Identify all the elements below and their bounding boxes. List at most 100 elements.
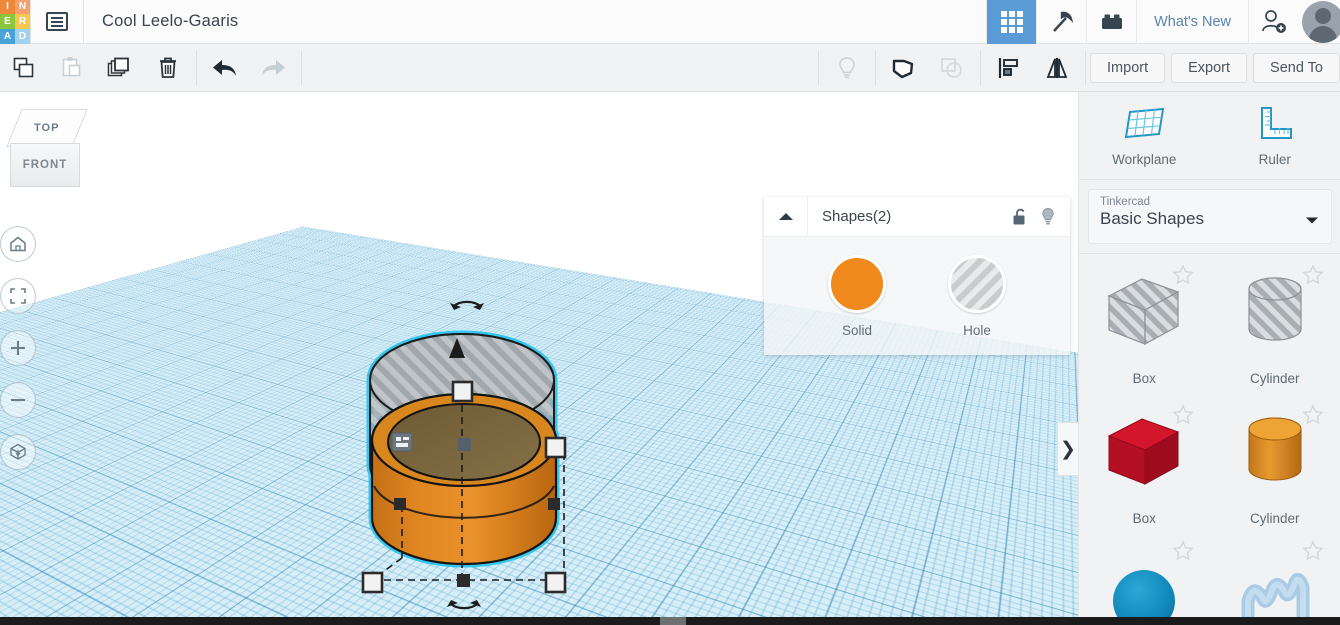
paste-button[interactable] xyxy=(48,44,96,92)
ruler-icon xyxy=(1260,107,1292,139)
view-cube-front-label: FRONT xyxy=(22,159,68,171)
delete-button[interactable] xyxy=(144,44,192,92)
fit-view-icon xyxy=(10,288,26,304)
logo-cell-5: D xyxy=(15,28,30,44)
header-right-group: What's New xyxy=(986,0,1340,44)
fit-to-view-button[interactable] xyxy=(0,278,36,314)
document-menu-button[interactable] xyxy=(30,0,84,44)
lego-button[interactable] xyxy=(1086,0,1136,44)
minecraft-pickaxe-icon xyxy=(1052,11,1073,32)
shapes-panel-icons xyxy=(1011,206,1070,228)
perspective-toggle-button[interactable] xyxy=(0,434,36,470)
tinkercad-logo[interactable]: I N E R A D xyxy=(0,0,30,44)
solid-swatch-option[interactable]: Solid xyxy=(828,254,886,338)
shape-item-scribble[interactable] xyxy=(1210,534,1340,625)
paste-icon xyxy=(62,56,81,76)
center-handle xyxy=(458,438,471,451)
lego-brick-icon xyxy=(1101,14,1122,29)
toolbar-divider-4 xyxy=(875,50,877,85)
view-cube-top-face[interactable]: TOP xyxy=(6,109,88,147)
delete-trash-icon xyxy=(160,57,176,78)
view-cube-front-face[interactable]: FRONT xyxy=(10,143,80,187)
home-icon xyxy=(10,236,26,252)
solid-color-swatch[interactable] xyxy=(828,254,886,313)
shapes-panel-collapse-button[interactable] xyxy=(764,196,808,237)
shape-item-sphere[interactable] xyxy=(1079,534,1210,625)
shape-item-hole-cylinder[interactable]: Cylinder xyxy=(1210,254,1340,394)
group-button[interactable] xyxy=(880,44,928,92)
send-to-button[interactable]: Send To xyxy=(1253,52,1340,83)
logo-cell-2: E xyxy=(0,13,15,29)
favorite-star-icon[interactable] xyxy=(1171,540,1194,561)
hole-swatch-option[interactable]: Hole xyxy=(948,254,1006,338)
whats-new-link[interactable]: What's New xyxy=(1136,0,1248,44)
logo-cell-3: R xyxy=(15,13,30,29)
shapes-panel-body: Solid Hole xyxy=(764,237,1070,355)
export-button[interactable]: Export xyxy=(1171,52,1248,83)
shape-library-grid: Box Cylinder Box Cylinder xyxy=(1079,254,1340,625)
hole-color-swatch[interactable] xyxy=(948,254,1006,313)
apps-grid-button[interactable] xyxy=(986,0,1037,44)
ungroup-button[interactable] xyxy=(928,44,976,92)
apps-grid-icon xyxy=(1000,10,1023,33)
view-cube[interactable]: TOP FRONT xyxy=(6,109,88,193)
resize-handle-mid-left xyxy=(394,498,406,510)
resize-handle-right xyxy=(544,436,567,459)
mirror-button[interactable] xyxy=(1033,44,1081,92)
favorite-star-icon[interactable] xyxy=(1302,404,1324,425)
align-button[interactable] xyxy=(985,44,1033,92)
app-header: I N E R A D Cool Leelo-Gaaris What's New xyxy=(0,0,1340,44)
library-dropdown[interactable]: Tinkercad Basic Shapes xyxy=(1088,189,1332,244)
logo-cell-0: I xyxy=(0,0,15,14)
duplicate-button[interactable] xyxy=(96,44,144,92)
shape-label-hole-cylinder: Cylinder xyxy=(1249,371,1300,386)
redo-button[interactable] xyxy=(249,44,297,92)
shape-label-solid-cylinder: Cylinder xyxy=(1249,511,1300,526)
add-user-icon xyxy=(1261,9,1286,33)
zoom-in-button[interactable] xyxy=(0,330,36,366)
favorite-star-icon[interactable] xyxy=(1302,264,1324,285)
workplane-tool-label: Workplane xyxy=(1112,152,1177,167)
main-toolbar: Import Export Send To xyxy=(0,44,1340,92)
workplane-badge-icon xyxy=(391,432,413,452)
shape-item-solid-box[interactable]: Box xyxy=(1079,394,1210,534)
favorite-star-icon[interactable] xyxy=(1171,404,1194,425)
shapes-panel[interactable]: Shapes(2) Solid Hole xyxy=(764,196,1070,355)
redo-icon xyxy=(262,59,285,76)
favorite-star-icon[interactable] xyxy=(1171,264,1194,285)
workplane-tool[interactable]: Workplane xyxy=(1079,92,1210,179)
shapes-panel-title: Shapes(2) xyxy=(822,208,892,225)
selected-3d-object[interactable] xyxy=(358,290,598,620)
toolbar-right-group: Import Export Send To xyxy=(814,44,1340,92)
undo-icon xyxy=(213,59,236,76)
favorite-star-icon[interactable] xyxy=(1302,540,1324,561)
sphere-thumb xyxy=(1079,550,1210,625)
library-selector-wrap: Tinkercad Basic Shapes xyxy=(1079,180,1340,253)
design-canvas[interactable]: TOP FRONT Shapes(2) Solid Hole ❯ xyxy=(0,92,1078,625)
hole-label: Hole xyxy=(963,322,991,338)
add-user-button[interactable] xyxy=(1248,0,1298,44)
light-button[interactable] xyxy=(823,44,871,92)
toolbar-divider-6 xyxy=(1085,50,1087,85)
shape-item-solid-cylinder[interactable]: Cylinder xyxy=(1210,394,1340,534)
ruler-tool[interactable]: Ruler xyxy=(1210,92,1340,179)
panel-expand-chevron[interactable]: ❯ xyxy=(1057,422,1078,476)
shapes-panel-header: Shapes(2) xyxy=(764,196,1070,237)
shape-label-hole-box: Box xyxy=(1132,371,1156,386)
resize-handle-bottom-left xyxy=(361,571,384,594)
zoom-out-button[interactable] xyxy=(0,382,36,418)
lightbulb-icon[interactable] xyxy=(1039,206,1057,228)
library-name-label: Basic Shapes xyxy=(1100,209,1204,228)
history-tools-group xyxy=(201,44,297,92)
shape-item-hole-box[interactable]: Box xyxy=(1079,254,1210,394)
undo-button[interactable] xyxy=(201,44,249,92)
minecraft-button[interactable] xyxy=(1036,0,1086,44)
view-cube-top-label: TOP xyxy=(34,122,60,134)
avatar[interactable] xyxy=(1302,0,1340,43)
shape-label-solid-box: Box xyxy=(1132,511,1156,526)
import-button[interactable]: Import xyxy=(1090,52,1166,83)
logo-cell-1: N xyxy=(15,0,30,14)
copy-button[interactable] xyxy=(0,44,48,92)
home-view-button[interactable] xyxy=(0,226,36,262)
unlock-icon[interactable] xyxy=(1011,207,1029,227)
